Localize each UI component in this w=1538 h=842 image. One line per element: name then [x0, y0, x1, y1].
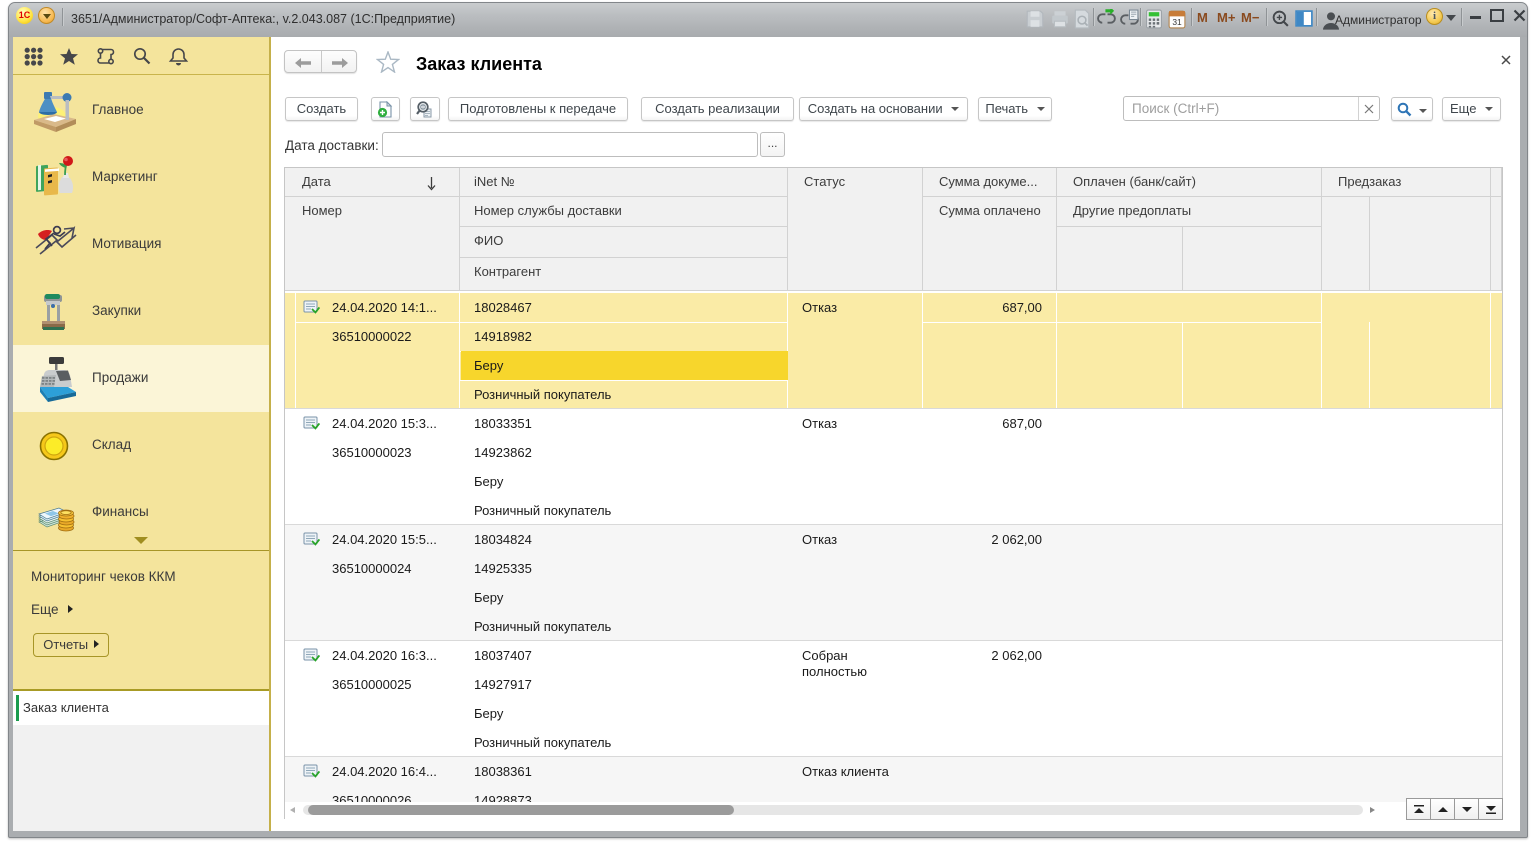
- svg-text:31: 31: [1172, 17, 1182, 27]
